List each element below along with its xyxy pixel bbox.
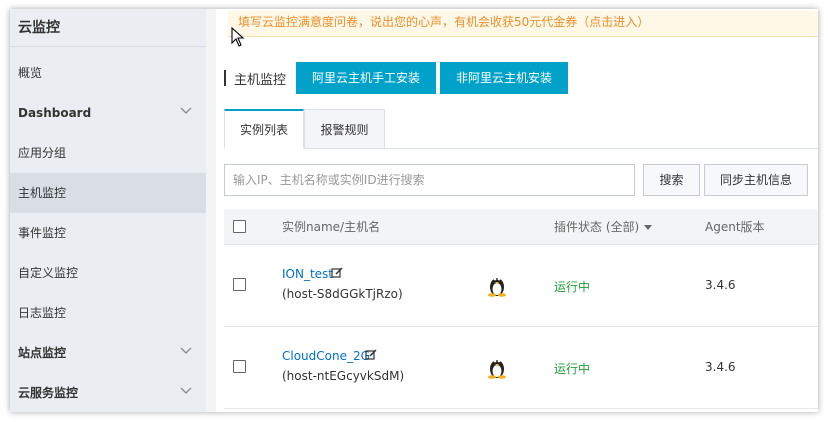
sidebar-item-custom-monitoring[interactable]: 自定义监控 <box>10 253 206 293</box>
table-row: CloudCone_2G (host-ntEGcyvkSdM) 运行中 3.4.… <box>224 327 818 409</box>
sidebar-item-label: 主机监控 <box>18 186 67 200</box>
instance-name-link[interactable]: ION_test <box>282 267 333 281</box>
search-placeholder: 输入IP、主机名称或实例ID进行搜索 <box>233 173 425 187</box>
survey-notice-text[interactable]: 填写云监控满意度问卷，说出您的心声，有机会收获50元代金券（点击进入） <box>238 15 649 29</box>
host-name: (host-ntEGcyvkSdM) <box>282 369 405 383</box>
edit-icon[interactable] <box>331 267 343 279</box>
page-title: 主机监控 <box>234 72 287 88</box>
sidebar-item-label: Dashboard <box>18 106 92 120</box>
edit-icon[interactable] <box>365 349 377 361</box>
page-header: 主机监控 阿里云主机手工安装 非阿里云主机安装 <box>224 61 572 95</box>
caret-down-icon <box>644 225 653 230</box>
sidebar-item-label: 站点监控 <box>18 346 67 360</box>
column-header-agent-version: Agent版本 <box>705 220 765 234</box>
search-input[interactable]: 输入IP、主机名称或实例ID进行搜索 <box>224 164 635 196</box>
sidebar-item-app-groups[interactable]: 应用分组 <box>10 133 206 173</box>
sidebar-item-label: 概览 <box>18 66 43 80</box>
instance-name-link[interactable]: CloudCone_2G <box>282 349 370 363</box>
sidebar-item-label: 应用分组 <box>18 146 67 160</box>
collapse-gutter[interactable] <box>206 9 216 412</box>
plugin-status-running: 运行中 <box>554 362 591 376</box>
non-aliyun-install-button[interactable]: 非阿里云主机安装 <box>440 62 569 94</box>
sidebar-item-label: 自定义监控 <box>18 266 79 280</box>
sidebar-title: 云监控 <box>10 9 206 47</box>
column-header-plugin-status[interactable]: 插件状态 (全部) <box>554 209 653 245</box>
sidebar-item-label: 事件监控 <box>18 226 67 240</box>
tab-label: 报警规则 <box>320 123 369 137</box>
survey-notice[interactable]: 填写云监控满意度问卷，说出您的心声，有机会收获50元代金券（点击进入） <box>228 11 818 37</box>
tab-bar: 实例列表 报警规则 <box>224 109 818 149</box>
sidebar-item-event-monitoring[interactable]: 事件监控 <box>10 213 206 253</box>
row-checkbox[interactable] <box>233 278 246 291</box>
chevron-down-icon <box>180 107 192 117</box>
sidebar-item-log-monitoring[interactable]: 日志监控 <box>10 293 206 333</box>
tab-label: 实例列表 <box>239 123 288 137</box>
agent-version: 3.4.6 <box>705 360 736 374</box>
search-button[interactable]: 搜索 <box>643 164 700 196</box>
column-header-name: 实例name/主机名 <box>282 220 381 234</box>
select-all-checkbox[interactable] <box>233 220 246 233</box>
linux-tux-icon <box>486 273 508 297</box>
aliyun-manual-install-button[interactable]: 阿里云主机手工安装 <box>296 62 437 94</box>
mouse-pointer-icon <box>231 26 245 47</box>
host-name: (host-S8dGGkTjRzo) <box>282 287 403 301</box>
main-content: 填写云监控满意度问卷，说出您的心声，有机会收获50元代金券（点击进入） 主机监控… <box>206 9 818 412</box>
table-row: ION_test (host-S8dGGkTjRzo) 运行中 3.4.6 <box>224 245 818 327</box>
plugin-status-label: 插件状态 (全部) <box>554 220 640 234</box>
sidebar-item-host-monitoring[interactable]: 主机监控 <box>10 173 206 213</box>
chevron-down-icon <box>180 387 192 397</box>
search-button-label: 搜索 <box>659 173 684 187</box>
sidebar-item-dashboard[interactable]: Dashboard <box>10 93 206 133</box>
tab-instance-list[interactable]: 实例列表 <box>224 109 304 149</box>
sidebar-item-overview[interactable]: 概览 <box>10 53 206 93</box>
sidebar-item-label: 云服务监控 <box>18 386 79 400</box>
sync-button-label: 同步主机信息 <box>719 173 792 187</box>
sync-host-info-button[interactable]: 同步主机信息 <box>704 164 808 196</box>
sidebar-item-site-monitoring[interactable]: 站点监控 <box>10 333 206 373</box>
sidebar-item-label: 日志监控 <box>18 306 67 320</box>
row-checkbox[interactable] <box>233 360 246 373</box>
table-header: 实例name/主机名 插件状态 (全部) Agent版本 <box>224 209 818 245</box>
sidebar-item-cloud-service-monitoring[interactable]: 云服务监控 <box>10 373 206 412</box>
chevron-down-icon <box>180 347 192 357</box>
linux-tux-icon <box>486 355 508 379</box>
plugin-status-running: 运行中 <box>554 280 591 294</box>
agent-version: 3.4.6 <box>705 278 736 292</box>
tab-alarm-rules[interactable]: 报警规则 <box>304 109 385 149</box>
console-window: 云监控 概览 Dashboard 应用分组 主机监控 事件监控 自定义监控 日志… <box>10 9 818 412</box>
title-accent-bar <box>224 70 226 86</box>
sidebar: 云监控 概览 Dashboard 应用分组 主机监控 事件监控 自定义监控 日志… <box>10 9 206 412</box>
